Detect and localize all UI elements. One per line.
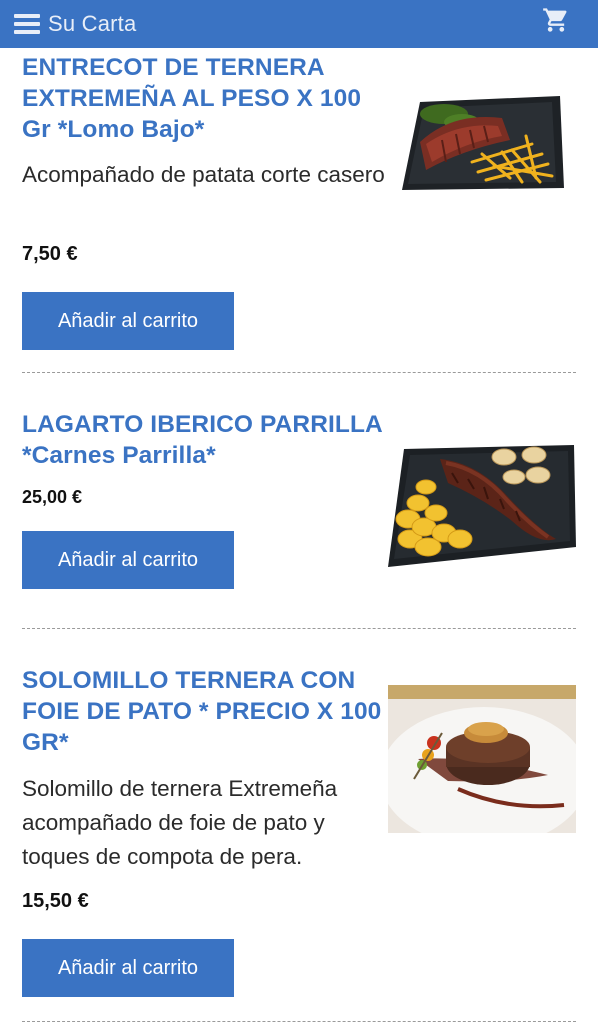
product-image-solomillo[interactable] [388,685,576,833]
product-image-entrecot[interactable] [402,92,564,192]
product-name[interactable]: ENTRECOT DE TERNERA EXTREMEÑA AL PESO X … [22,52,387,145]
add-to-cart-button[interactable]: Añadir al carrito [22,939,234,997]
product-price: 15,50 € [22,890,89,912]
product-image-lagarto[interactable] [388,443,576,569]
product-item: ENTRECOT DE TERNERA EXTREMEÑA AL PESO X … [22,52,576,352]
product-description: Solomillo de ternera Extremeña acompañad… [22,776,338,869]
app-title: Su Carta [48,11,137,36]
divider [22,628,576,629]
divider [22,1021,576,1022]
divider [22,372,576,373]
add-to-cart-button[interactable]: Añadir al carrito [22,292,234,350]
hamburger-menu-icon [14,14,40,34]
product-price: 7,50 € [22,243,78,265]
product-name[interactable]: SOLOMILLO TERNERA CON FOIE DE PATO * PRE… [22,665,387,758]
product-name[interactable]: LAGARTO IBERICO PARRILLA *Carnes Parrill… [22,409,387,471]
product-price: 25,00 € [22,487,83,507]
product-description: Acompañado de patata corte casero [22,162,385,187]
add-to-cart-button[interactable]: Añadir al carrito [22,531,234,589]
menu-button[interactable]: Su Carta [14,11,136,37]
shopping-cart-icon[interactable] [542,6,570,34]
top-app-bar: Su Carta [0,0,598,48]
product-item: SOLOMILLO TERNERA CON FOIE DE PATO * PRE… [22,665,576,1005]
product-item: LAGARTO IBERICO PARRILLA *Carnes Parrill… [22,409,576,599]
